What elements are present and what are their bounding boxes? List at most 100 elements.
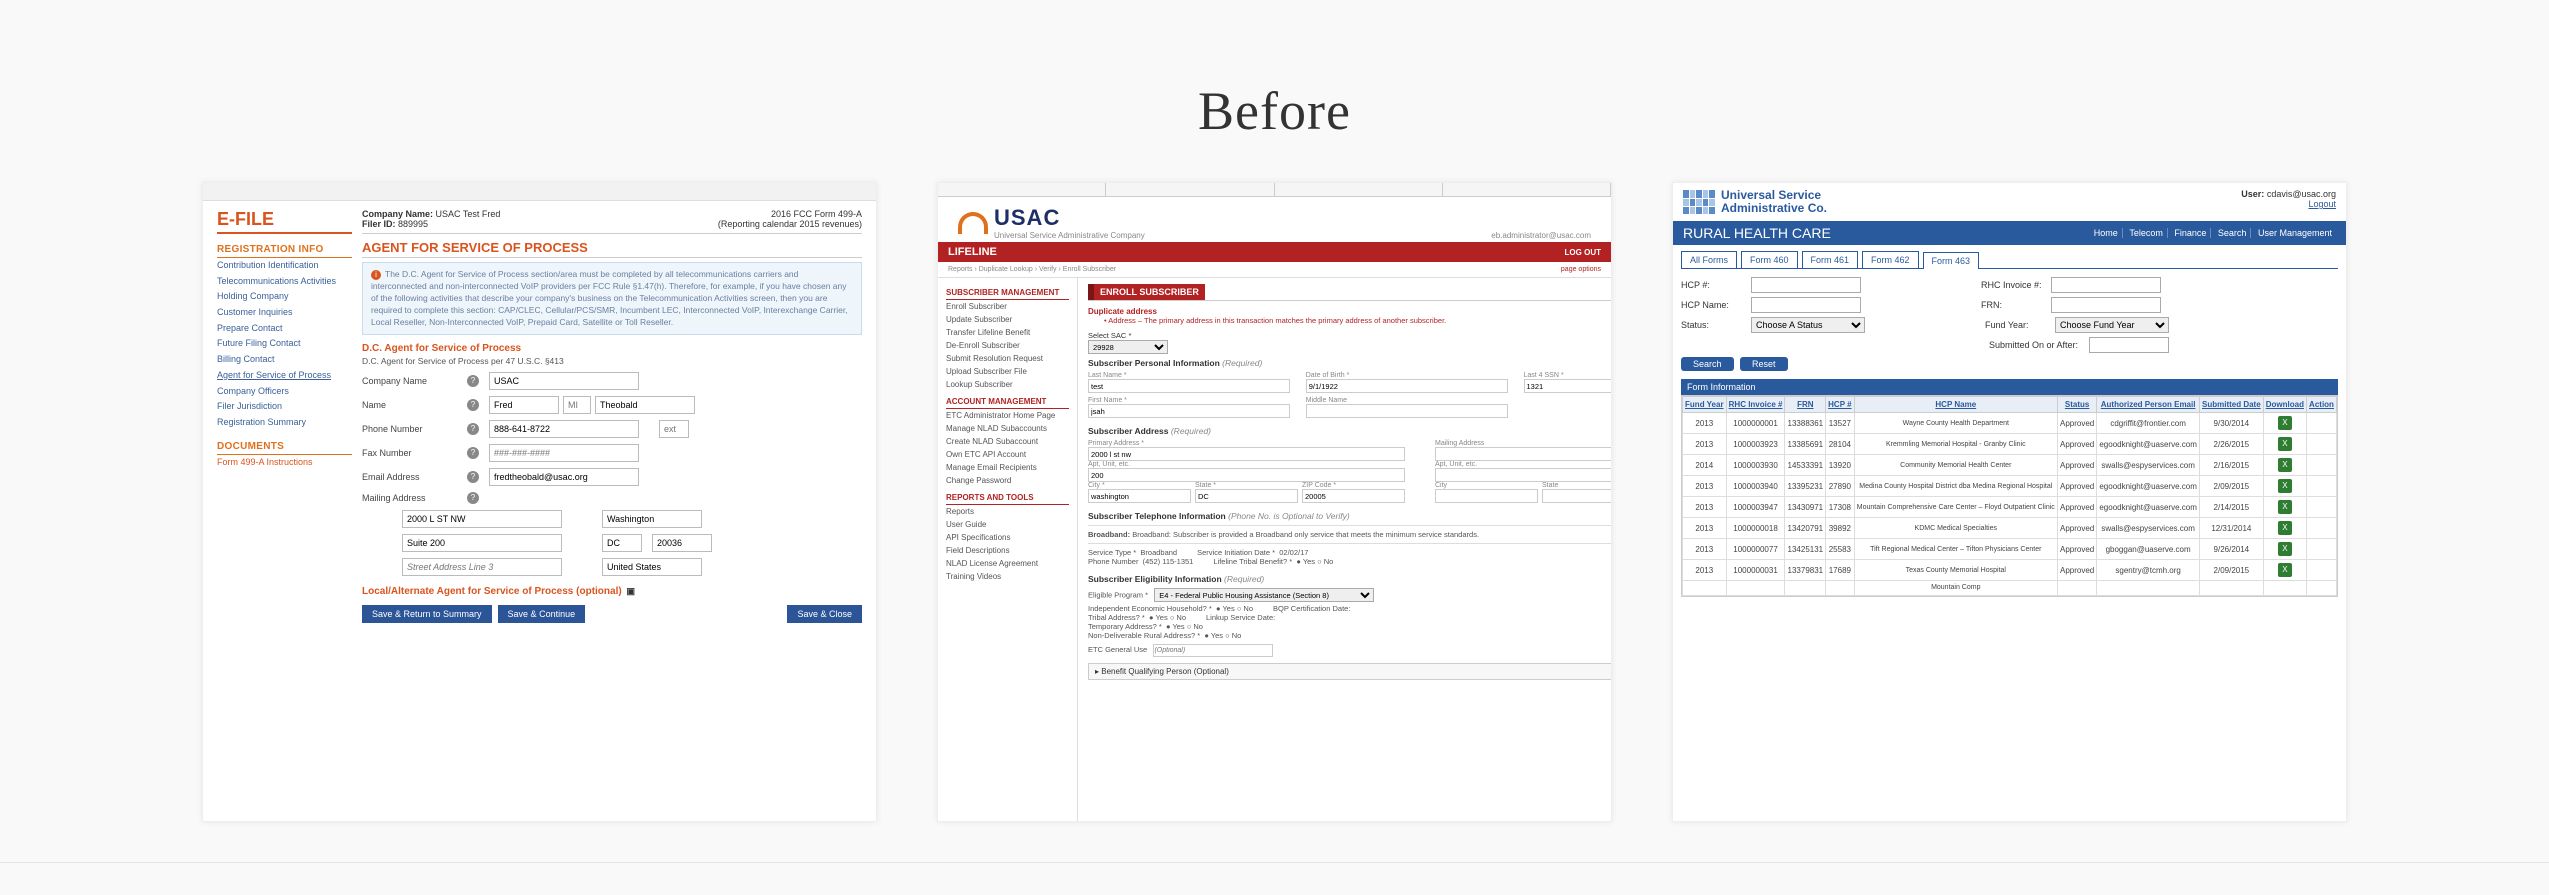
col-header[interactable]: HCP Name [1854,397,2057,413]
side-link[interactable]: Telecommunications Activities [217,274,352,290]
nav-item[interactable]: Home [2090,228,2123,238]
i-hcpname[interactable] [1751,297,1861,313]
i-frn[interactable] [2051,297,2161,313]
bqp-accordion[interactable]: ▸ Benefit Qualifying Person (Optional) [1088,663,1611,680]
excel-icon[interactable]: X [2278,521,2292,535]
action-cell[interactable] [2307,455,2337,476]
tab-460[interactable]: Form 460 [1741,251,1798,268]
i-dob[interactable] [1306,379,1508,393]
side-link[interactable]: Update Subscriber [946,313,1069,326]
tab-462[interactable]: Form 462 [1862,251,1919,268]
side-link[interactable]: Field Descriptions [946,544,1069,557]
input-country[interactable] [602,558,702,576]
excel-icon[interactable]: X [2278,458,2292,472]
page-options[interactable]: page options [1561,266,1601,273]
input-phone[interactable] [489,420,639,438]
help-icon[interactable]: ? [467,447,479,459]
save-close-button[interactable]: Save & Close [787,605,862,623]
input-state[interactable] [602,534,642,552]
sel-fund[interactable]: Choose Fund Year [2055,317,2169,333]
action-cell[interactable] [2307,497,2337,518]
help-icon[interactable]: ? [467,399,479,411]
side-link-docs[interactable]: Form 499-A Instructions [217,455,352,471]
col-header[interactable]: Status [2057,397,2096,413]
excel-icon[interactable]: X [2278,437,2292,451]
col-header[interactable]: Fund Year [1683,397,1727,413]
i-etc[interactable] [1153,644,1273,657]
side-link[interactable]: API Specifications [946,531,1069,544]
v-yn[interactable]: ● Yes ○ No [1204,631,1241,640]
action-cell[interactable] [2307,413,2337,434]
side-link[interactable]: Billing Contact [217,352,352,368]
nav-item[interactable]: User Management [2254,228,2336,238]
action-cell[interactable] [2307,560,2337,581]
save-return-button[interactable]: Save & Return to Summary [362,605,492,623]
i-apt[interactable] [1088,468,1405,482]
download-cell[interactable]: X [2263,413,2306,434]
side-link[interactable]: Holding Company [217,289,352,305]
side-link[interactable]: Contribution Identification [217,258,352,274]
i-last[interactable] [1088,379,1290,393]
i-mstate[interactable] [1542,489,1611,503]
i-hcpnum[interactable] [1751,277,1861,293]
col-header[interactable]: Action [2307,397,2337,413]
side-link[interactable]: Reports [946,505,1069,518]
i-mcity[interactable] [1435,489,1538,503]
col-header[interactable]: FRN [1785,397,1826,413]
col-header[interactable]: Authorized Person Email [2097,397,2200,413]
action-cell[interactable] [2307,434,2337,455]
tab-463[interactable]: Form 463 [1923,252,1980,269]
tab-all[interactable]: All Forms [1681,251,1737,268]
input-phone-ext[interactable] [659,420,689,438]
download-cell[interactable]: X [2263,476,2306,497]
input-email[interactable] [489,468,639,486]
nav-item[interactable]: Finance [2170,228,2211,238]
side-link[interactable]: Submit Resolution Request [946,352,1069,365]
input-last[interactable] [595,396,695,414]
excel-icon[interactable]: X [2278,479,2292,493]
input-fax[interactable] [489,444,639,462]
download-cell[interactable]: X [2263,497,2306,518]
excel-icon[interactable]: X [2278,563,2292,577]
input-addr3[interactable] [402,558,562,576]
i-city[interactable] [1088,489,1191,503]
action-cell[interactable] [2307,518,2337,539]
logout-link[interactable]: Logout [2308,199,2336,209]
side-link[interactable]: Create NLAD Subaccount [946,435,1069,448]
eligprog-select[interactable]: E4 - Federal Public Housing Assistance (… [1154,588,1374,602]
side-link[interactable]: NLAD License Agreement [946,557,1069,570]
i-zip[interactable] [1302,489,1405,503]
help-icon[interactable]: ? [467,423,479,435]
i-submitted[interactable] [2089,337,2169,353]
input-company[interactable] [489,372,639,390]
side-link[interactable]: Enroll Subscriber [946,300,1069,313]
action-cell[interactable] [2307,476,2337,497]
v-tribal[interactable]: ● Yes ○ No [1296,557,1333,566]
download-cell[interactable]: X [2263,539,2306,560]
i-ssn[interactable] [1524,379,1612,393]
help-icon[interactable]: ? [467,492,479,504]
side-link[interactable]: Lookup Subscriber [946,378,1069,391]
input-city[interactable] [602,510,702,528]
side-link[interactable]: Change Password [946,474,1069,487]
side-link[interactable]: Company Officers [217,384,352,400]
side-link[interactable]: De-Enroll Subscriber [946,339,1069,352]
col-header[interactable]: HCP # [1826,397,1854,413]
side-link[interactable]: User Guide [946,518,1069,531]
tab-461[interactable]: Form 461 [1802,251,1859,268]
side-link[interactable]: Manage NLAD Subaccounts [946,422,1069,435]
v-yn[interactable]: ● Yes ○ No [1149,613,1186,622]
sac-select[interactable]: 29928 [1088,340,1168,354]
side-link[interactable]: Filer Jurisdiction [217,399,352,415]
col-header[interactable]: RHC Invoice # [1726,397,1785,413]
download-cell[interactable]: X [2263,518,2306,539]
input-addr2[interactable] [402,534,562,552]
nav-item[interactable]: Telecom [2125,228,2168,238]
side-link[interactable]: Training Videos [946,570,1069,583]
excel-icon[interactable]: X [2278,542,2292,556]
side-link[interactable]: Customer Inquiries [217,305,352,321]
download-cell[interactable]: X [2263,560,2306,581]
col-header[interactable]: Download [2263,397,2306,413]
excel-icon[interactable]: X [2278,416,2292,430]
i-mailapt[interactable] [1435,468,1611,482]
